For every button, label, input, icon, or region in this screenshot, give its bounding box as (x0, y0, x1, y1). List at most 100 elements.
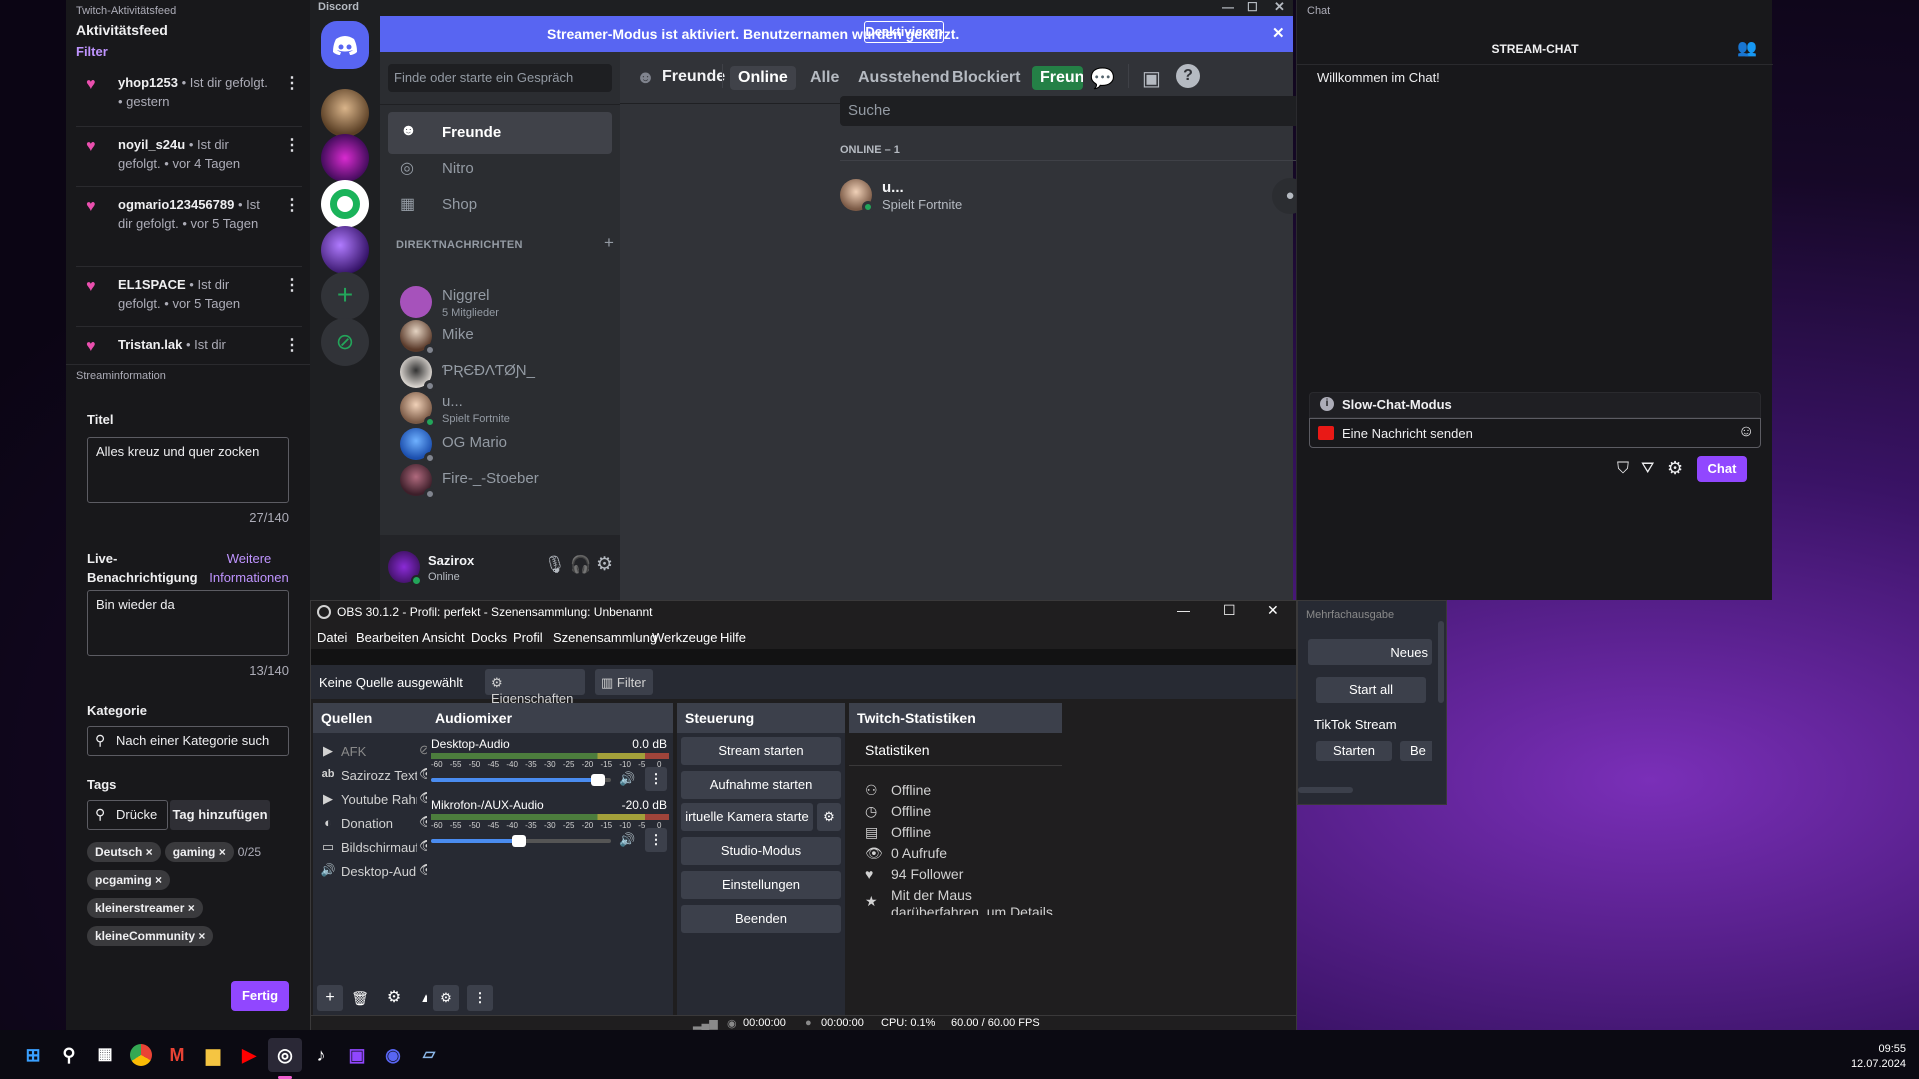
start-all-button[interactable]: Start all (1316, 677, 1426, 703)
microphone-icon[interactable]: 🎙 (544, 555, 566, 575)
friend-row[interactable]: u... Spielt Fortnite ● ⋮ (830, 168, 1364, 224)
menu-datei[interactable]: Datei (317, 630, 347, 645)
add-tag-button[interactable]: Tag hinzufügen (170, 800, 270, 830)
maximize-icon[interactable]: ☐ (1223, 602, 1236, 619)
menu-docks[interactable]: Docks (471, 630, 507, 645)
add-friend-button[interactable]: Freun (1032, 66, 1083, 90)
tags-search-input[interactable]: ⚲ Drücke (87, 800, 168, 830)
banner-close-icon[interactable]: ✕ (1272, 24, 1285, 42)
tab-blocked[interactable]: Blockiert (944, 66, 1028, 90)
virtual-camera-settings-icon[interactable]: ⚙ (817, 803, 841, 831)
server-icon-green[interactable] (321, 180, 369, 228)
tab-online[interactable]: Online (730, 66, 796, 90)
nav-shop[interactable]: ▦ Shop (388, 184, 612, 226)
headset-icon[interactable]: 🎧 (570, 555, 591, 575)
gmail-icon[interactable]: M (160, 1038, 194, 1072)
category-search-input[interactable]: ⚲ Nach einer Kategorie such (87, 726, 289, 756)
twitch-icon[interactable]: ▣ (340, 1038, 374, 1072)
speaker-icon[interactable]: 🔊 (619, 832, 635, 848)
done-button[interactable]: Fertig (231, 981, 289, 1011)
settings-button[interactable]: Einstellungen (681, 871, 841, 899)
more-icon[interactable]: ⋮ (284, 196, 300, 215)
tag-chip[interactable]: gaming × (164, 842, 234, 862)
menu-ansicht[interactable]: Ansicht (422, 630, 465, 645)
chrome-icon[interactable] (124, 1038, 158, 1072)
new-output-button[interactable]: Neues (1308, 639, 1432, 665)
server-icon-lightning[interactable] (321, 226, 369, 274)
speaker-icon[interactable]: 🔊 (619, 771, 635, 787)
exit-button[interactable]: Beenden (681, 905, 841, 933)
new-group-dm-icon[interactable]: 💬 (1090, 66, 1115, 91)
feed-user[interactable]: ogmario123456789 (118, 197, 234, 212)
maximize-icon[interactable]: ☐ (1247, 0, 1258, 14)
feed-user[interactable]: noyil_s24u (118, 137, 185, 152)
tiktok-icon[interactable]: ♪ (304, 1038, 338, 1072)
new-dm-icon[interactable]: + (604, 233, 614, 253)
chat-send-button[interactable]: Chat (1697, 456, 1747, 482)
filter-button[interactable]: ▥ Filter (595, 669, 653, 695)
cart-icon[interactable]: ⛛ (1641, 460, 1654, 478)
tiktok-start-button[interactable]: Starten (1316, 741, 1392, 761)
properties-button[interactable]: ⚙ Eigenschaften (485, 669, 585, 706)
volume-slider[interactable] (431, 835, 611, 847)
settings-icon[interactable]: ⚙ (596, 553, 613, 576)
dm-item[interactable]: Fire-_-Stoeber (388, 458, 612, 500)
gear-icon[interactable]: ⚙ (1667, 458, 1683, 479)
discord-taskbar-icon[interactable]: ◉ (376, 1038, 410, 1072)
youtube-icon[interactable]: ▶ (232, 1038, 266, 1072)
volume-slider[interactable] (431, 774, 611, 786)
feed-user[interactable]: Tristan.lak (118, 337, 182, 352)
inbox-icon[interactable]: ▣ (1142, 66, 1161, 91)
feed-user[interactable]: EL1SPACE (118, 277, 186, 292)
tag-chip[interactable]: Deutsch × (87, 842, 161, 862)
source-properties-icon[interactable]: ⚙ (381, 985, 407, 1011)
friends-search-input[interactable]: Suche ⚲ (840, 96, 1354, 126)
activity-filter-link[interactable]: Filter (66, 38, 310, 65)
more-icon[interactable]: ⋮ (645, 828, 667, 852)
more-icon[interactable]: ⋮ (284, 136, 300, 155)
chat-message-input[interactable]: Eine Nachricht senden ☺ (1309, 418, 1761, 448)
feed-user[interactable]: yhop1253 (118, 75, 178, 90)
shield-icon[interactable]: ⛉ (1617, 460, 1629, 478)
volume-slider-handle[interactable] (591, 774, 606, 786)
store-icon[interactable]: ▦ (88, 1038, 122, 1072)
mixer-settings-icon[interactable]: ⚙ (433, 985, 459, 1011)
discord-home-icon[interactable] (321, 21, 369, 69)
add-server-icon[interactable]: + (321, 272, 369, 320)
add-source-icon[interactable]: + (317, 985, 343, 1011)
more-info-link[interactable]: Weitere Informationen (199, 549, 299, 587)
notification-input[interactable]: Bin wieder da (87, 590, 289, 656)
search-icon[interactable]: ⚲ (52, 1038, 86, 1072)
close-icon[interactable]: ✕ (1274, 0, 1285, 15)
minimize-icon[interactable]: — (1222, 0, 1234, 14)
menu-bearbeiten[interactable]: Bearbeiten (356, 630, 419, 645)
menu-szenensammlung[interactable]: Szenensammlung (553, 630, 657, 645)
obs-taskbar-icon[interactable]: ◎ (268, 1038, 302, 1072)
file-explorer-icon[interactable]: ▆ (196, 1038, 230, 1072)
windows-start-icon[interactable]: ⊞ (16, 1038, 50, 1072)
volume-slider-handle[interactable] (512, 835, 527, 847)
virtual-camera-button[interactable]: irtuelle Kamera starte (681, 803, 813, 831)
server-icon-eagle[interactable] (321, 89, 369, 137)
tag-chip[interactable]: pcgaming × (87, 870, 171, 890)
minimize-icon[interactable]: — (1177, 603, 1190, 618)
explore-servers-icon[interactable]: ⊘ (321, 318, 369, 366)
remove-source-icon[interactable]: 🗑 (347, 985, 373, 1011)
users-icon[interactable]: 👥 (1737, 38, 1757, 58)
deactivate-button[interactable]: Deaktivieren (864, 21, 944, 43)
menu-profil[interactable]: Profil (513, 630, 543, 645)
more-icon[interactable]: ⋮ (284, 276, 300, 295)
tag-chip[interactable]: kleineCommunity × (87, 926, 214, 946)
menu-werkzeuge[interactable]: Werkzeuge (652, 630, 718, 645)
multi-hscrollbar[interactable] (1298, 787, 1353, 793)
mixer-menu-icon[interactable]: ⋮ (467, 985, 493, 1011)
more-icon[interactable]: ⋮ (284, 74, 300, 93)
tab-pending[interactable]: Ausstehend (850, 66, 958, 90)
more-icon[interactable]: ⋮ (645, 767, 667, 791)
tag-chip[interactable]: kleinerstreamer × (87, 898, 203, 918)
more-icon[interactable]: ⋮ (284, 336, 300, 355)
preview-area[interactable] (311, 649, 1296, 665)
server-icon-neon[interactable] (321, 134, 369, 182)
emote-icon[interactable]: ☺ (1738, 423, 1754, 441)
start-recording-button[interactable]: Aufnahme starten (681, 771, 841, 799)
